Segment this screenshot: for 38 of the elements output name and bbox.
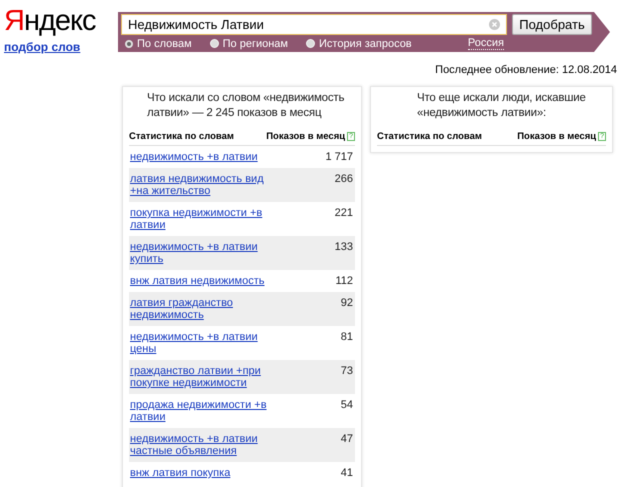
count-cell-text: 221	[334, 207, 354, 221]
phrase-link[interactable]: покупка недвижимости +в латвии	[130, 207, 270, 231]
submit-button[interactable]: Подобрать	[512, 14, 592, 35]
phrase-link[interactable]: латвия гражданство недвижимость	[130, 297, 270, 321]
search-field[interactable]: Недвижимость Латвии	[121, 14, 507, 35]
clear-icon[interactable]	[489, 19, 500, 30]
count-cell-text: 133	[334, 241, 354, 255]
phrase-link[interactable]: внж латвия покупка	[130, 467, 270, 479]
count-cell-text: 73	[340, 365, 354, 379]
phrase-link[interactable]: гражданство латвии +при покупке недвижимости	[130, 365, 270, 389]
count-cell-text: 266	[334, 173, 354, 187]
column-header: Показов в месяц	[517, 131, 596, 142]
mode-radio[interactable]: По регионам	[210, 38, 288, 50]
phrase-link[interactable]: внж латвия недвижимость	[130, 275, 270, 287]
count-cell-text: 1 717	[325, 151, 354, 163]
column-header: Показов в месяц	[266, 131, 346, 142]
panel-title: Что искали со словом «недвижимость латвии» — 2 245 показов в месяц	[146, 91, 346, 121]
service-link[interactable]: подбор слов	[4, 40, 104, 54]
phrase-link[interactable]: недвижимость +в латвии купить	[130, 241, 270, 265]
mode-radio[interactable]: История запросов	[306, 38, 412, 50]
phrase-link[interactable]: недвижимость +в латвии	[130, 151, 270, 163]
phrase-link[interactable]: недвижимость +в латвии частные объявления	[130, 433, 270, 457]
yandex-logo: Яндекс	[4, 4, 97, 38]
count-cell-text: 54	[340, 399, 354, 413]
count-cell-text: 112	[335, 275, 354, 287]
mode-radio[interactable]: По словам	[125, 38, 192, 50]
phrase-link[interactable]: латвия недвижимость вид +на жительство	[130, 173, 270, 197]
phrase-link[interactable]: продажа недвижимости +в латвии	[130, 399, 270, 423]
phrase-link[interactable]: недвижимость +в латвии цены	[130, 331, 270, 355]
column-header: Статистика по словам	[129, 131, 234, 142]
region-link[interactable]: Россия	[468, 37, 504, 50]
last-update-text: Последнее обновление: 12.08.2014	[434, 63, 618, 76]
panel-title: Что еще искали люди, искавшие «недвижимость латвии»:	[416, 91, 587, 121]
count-cell-text: 92	[340, 297, 354, 311]
count-cell-text: 81	[340, 331, 354, 345]
count-cell-text: 47	[340, 433, 354, 447]
column-header: Статистика по словам	[377, 131, 482, 142]
count-cell-text: 41	[340, 467, 354, 479]
